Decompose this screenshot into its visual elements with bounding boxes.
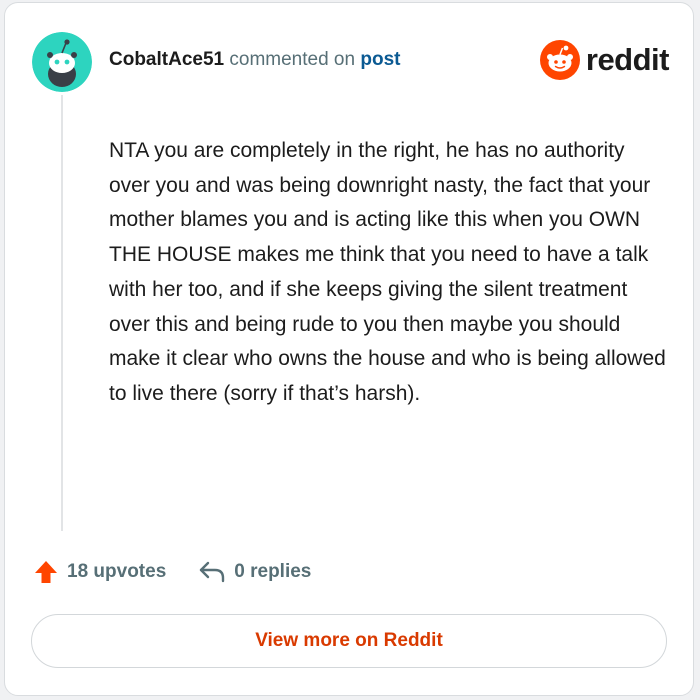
snoo-avatar-icon bbox=[32, 32, 92, 92]
reddit-snoo-icon bbox=[539, 40, 580, 80]
comment-actions: 18 upvotes 0 replies bbox=[33, 559, 311, 585]
reddit-brand[interactable]: reddit bbox=[539, 40, 670, 80]
user-avatar[interactable] bbox=[32, 32, 92, 92]
view-more-button[interactable]: View more on Reddit bbox=[31, 614, 667, 668]
upvote-arrow-icon bbox=[35, 561, 57, 583]
reply-arrow-icon bbox=[200, 561, 225, 583]
comment-card: CobaltAce51 commented on post reddit NTA… bbox=[4, 2, 694, 696]
reddit-wordmark: reddit bbox=[585, 42, 670, 77]
comment-byline: CobaltAce51 commented on post bbox=[109, 47, 400, 73]
upvote-button[interactable]: 18 upvotes bbox=[33, 559, 166, 585]
comment-body: NTA you are completely in the right, he … bbox=[109, 139, 666, 405]
upvote-count: 18 upvotes bbox=[67, 561, 167, 582]
reply-button[interactable]: 0 replies bbox=[198, 560, 311, 584]
commented-on-text: commented on bbox=[229, 49, 356, 70]
author-name[interactable]: CobaltAce51 bbox=[109, 49, 224, 70]
post-link[interactable]: post bbox=[360, 49, 400, 70]
reply-count: 0 replies bbox=[234, 561, 312, 582]
thread-line bbox=[61, 95, 63, 531]
